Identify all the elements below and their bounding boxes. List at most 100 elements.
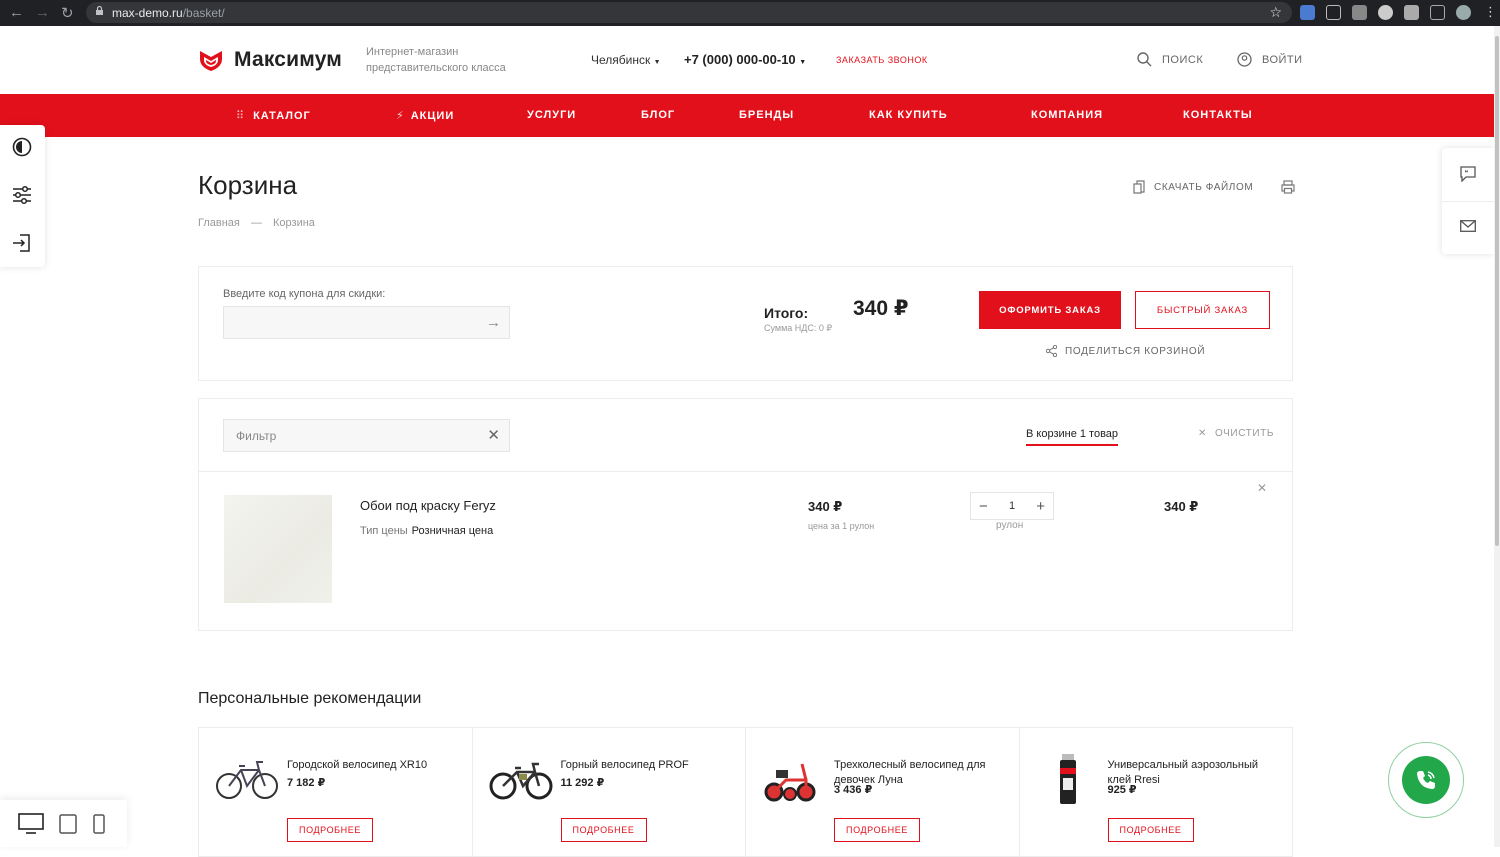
phone-number: +7 (000) 000-00-10	[684, 52, 796, 67]
arrow-right-icon[interactable]: →	[486, 314, 501, 331]
recommendations-title: Персональные рекомендации	[198, 690, 422, 707]
remove-item-icon[interactable]: ✕	[1257, 481, 1267, 495]
spray-can-image[interactable]	[1036, 752, 1100, 804]
translate-extension-icon[interactable]	[1300, 5, 1315, 20]
menu-item-sales[interactable]: ⚡ АКЦИИ	[396, 109, 454, 122]
user-icon	[1237, 52, 1252, 67]
recommendation-price: 11 292 ₽	[560, 777, 605, 789]
filter-input[interactable]: Фильтр ✕	[223, 419, 510, 452]
file-download-icon	[1133, 180, 1145, 194]
menu-item-how-to-buy[interactable]: КАК КУПИТЬ	[869, 109, 948, 121]
menu-item-company[interactable]: КОМПАНИЯ	[1031, 109, 1103, 121]
mail-icon[interactable]	[1460, 220, 1476, 232]
caret-down-icon: ▼	[653, 59, 661, 66]
login-button[interactable]: ВОЙТИ	[1237, 52, 1303, 67]
details-button[interactable]: ПОДРОБНЕЕ	[834, 818, 920, 842]
basket-items: Фильтр ✕ В корзине 1 товар ✕ ОЧИСТИТЬ Об…	[198, 398, 1293, 631]
city-selector[interactable]: Челябинск ▼	[591, 53, 661, 67]
minus-icon[interactable]: −	[979, 498, 988, 515]
callback-link[interactable]: ЗАКАЗАТЬ ЗВОНОК	[836, 55, 928, 65]
pen-extension-icon[interactable]	[1326, 5, 1341, 20]
chat-quote-icon[interactable]: ❝	[1460, 166, 1476, 182]
plus-icon[interactable]: +	[1036, 498, 1045, 515]
product-price: 340 ₽	[808, 499, 843, 514]
right-contact-panel: ❝	[1442, 148, 1494, 254]
menu-item-services[interactable]: УСЛУГИ	[527, 109, 576, 121]
call-button[interactable]	[1388, 742, 1464, 818]
recommendation-item: Городской велосипед XR10 7 182 ₽ ПОДРОБН…	[199, 728, 473, 856]
scrollbar-thumb[interactable]	[1495, 36, 1499, 546]
search-button[interactable]: ПОИСК	[1137, 52, 1203, 67]
page-scrollbar[interactable]	[1494, 26, 1500, 847]
download-file-button[interactable]: СКАЧАТЬ ФАЙЛОМ	[1133, 180, 1253, 194]
back-icon[interactable]: ←	[9, 4, 24, 21]
bookmark-star-icon[interactable]: ☆	[1269, 4, 1282, 21]
recommendation-name[interactable]: Городской велосипед XR10	[287, 758, 462, 773]
share-icon	[1046, 345, 1057, 357]
profile-avatar[interactable]	[1456, 5, 1471, 20]
menu-item-brands[interactable]: БРЕНДЫ	[739, 109, 794, 121]
breadcrumb-separator: —	[250, 217, 262, 229]
theme-toggle-icon[interactable]	[11, 136, 33, 158]
quantity-stepper[interactable]: − 1 +	[970, 492, 1054, 520]
desktop-icon[interactable]	[18, 813, 44, 835]
site-logo[interactable]: Максимум	[198, 48, 342, 72]
page-title: Корзина	[198, 170, 298, 200]
tablet-icon[interactable]	[59, 814, 77, 834]
panel-divider	[1442, 201, 1494, 202]
phone-selector[interactable]: +7 (000) 000-00-10 ▼	[684, 52, 806, 67]
breadcrumb-home[interactable]: Главная	[198, 217, 240, 229]
camera-extension-icon[interactable]	[1352, 5, 1367, 20]
browser-menu-icon[interactable]: ⋮	[1484, 4, 1497, 20]
details-button[interactable]: ПОДРОБНЕЕ	[560, 818, 647, 842]
phone-icon	[1417, 771, 1435, 789]
site-header: Максимум Интернет-магазин представительс…	[0, 26, 1500, 94]
clear-label: ОЧИСТИТЬ	[1214, 428, 1275, 439]
total-value: 340 ₽	[853, 297, 909, 320]
product-image[interactable]	[224, 495, 332, 603]
tricycle-image[interactable]	[762, 752, 826, 804]
breadcrumb: Главная — Корзина	[198, 217, 315, 229]
playlist-icon[interactable]	[1430, 5, 1445, 20]
basket-summary: Введите код купона для скидки: → Итого: …	[198, 266, 1293, 381]
puzzle-extensions-icon[interactable]	[1404, 5, 1419, 20]
search-icon	[1137, 52, 1152, 67]
coupon-input[interactable]: →	[223, 306, 510, 339]
mountain-bike-image[interactable]	[489, 752, 553, 804]
product-name[interactable]: Обои под краску Feryz	[360, 498, 496, 513]
details-button[interactable]: ПОДРОБНЕЕ	[1107, 818, 1194, 842]
recommendation-name[interactable]: Горный велосипед PROF	[561, 758, 736, 773]
quantity-value[interactable]: 1	[1009, 500, 1015, 512]
grid-icon: ⠿	[236, 110, 246, 122]
search-label: ПОИСК	[1162, 53, 1204, 66]
recommendation-item: Горный велосипед PROF 11 292 ₽ ПОДРОБНЕЕ	[473, 728, 746, 856]
login-arrow-icon[interactable]	[11, 232, 33, 254]
menu-item-blog[interactable]: БЛОГ	[641, 109, 675, 121]
basket-count-tab[interactable]: В корзине 1 товар	[1026, 428, 1119, 446]
recommendation-item: Универсальный аэрозольный клей Rresi 925…	[1020, 728, 1293, 856]
menu-item-contacts[interactable]: КОНТАКТЫ	[1183, 109, 1253, 121]
share-label: ПОДЕЛИТЬСЯ КОРЗИНОЙ	[1065, 345, 1206, 357]
checkout-button[interactable]: ОФОРМИТЬ ЗАКАЗ	[979, 291, 1121, 329]
shield-extension-icon[interactable]	[1378, 5, 1393, 20]
forward-icon[interactable]: →	[35, 4, 50, 21]
city-bike-image[interactable]	[215, 752, 279, 804]
settings-sliders-icon[interactable]	[11, 184, 33, 206]
divider	[199, 471, 1292, 472]
mobile-icon[interactable]	[93, 814, 105, 834]
address-bar[interactable]: max-demo.ru/basket/ ☆	[86, 2, 1292, 23]
browser-toolbar: ← → ↻ max-demo.ru/basket/ ☆ ⋮	[0, 0, 1500, 26]
clear-basket-button[interactable]: ✕ ОЧИСТИТЬ	[1198, 428, 1274, 439]
share-basket-button[interactable]: ПОДЕЛИТЬСЯ КОРЗИНОЙ	[1046, 345, 1205, 357]
close-icon[interactable]: ✕	[487, 426, 500, 444]
recommendation-price: 925 ₽	[1107, 784, 1137, 796]
svg-text:❝: ❝	[1465, 169, 1469, 177]
print-icon[interactable]	[1281, 180, 1295, 194]
reload-icon[interactable]: ↻	[61, 4, 74, 22]
menu-item-catalog[interactable]: ⠿ КАТАЛОГ	[236, 109, 311, 122]
quick-order-button[interactable]: БЫСТРЫЙ ЗАКАЗ	[1135, 291, 1270, 329]
filter-placeholder: Фильтр	[236, 429, 277, 443]
lightning-icon: ⚡	[396, 110, 405, 122]
price-type: Тип цены Розничная цена	[360, 525, 494, 537]
details-button[interactable]: ПОДРОБНЕЕ	[287, 818, 373, 842]
